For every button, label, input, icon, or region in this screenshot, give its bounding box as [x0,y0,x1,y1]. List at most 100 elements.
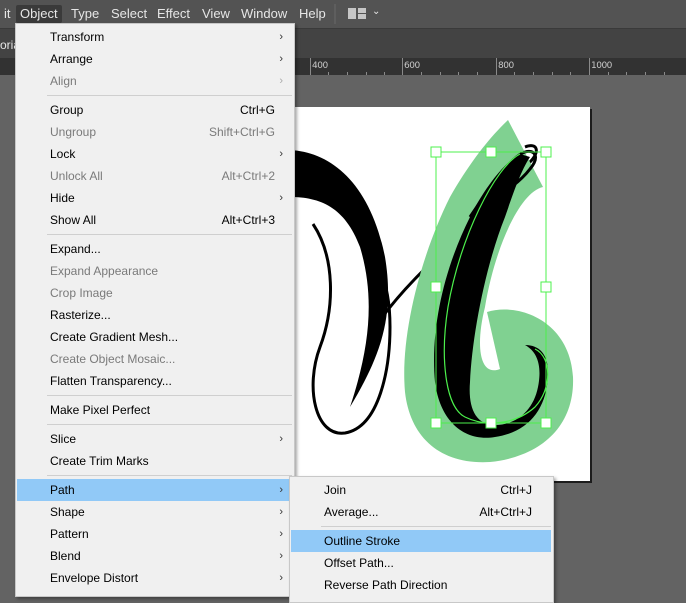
ruler-label: 400 [312,61,328,71]
handle-bottom-right [540,417,552,429]
menu-item-path[interactable]: Path › [17,479,293,501]
menu-help[interactable]: Help [295,5,330,23]
object-menu: Transform › Arrange › Align › Group Ctrl+G U… [15,23,295,597]
submenu-item-reverse-path-direction[interactable]: Reverse Path Direction [291,574,551,596]
menu-object[interactable]: Object [16,5,62,23]
submenu-item-offset-path[interactable]: Offset Path... [291,552,551,574]
menu-item-label: Flatten Transparency... [50,374,172,388]
menu-item-align: Align › [17,70,293,92]
menu-item-label: Make Pixel Perfect [50,403,151,417]
menu-item-group[interactable]: Group Ctrl+G [17,99,293,121]
handle-top-left [430,146,442,158]
shortcut-label: Ctrl+G [239,103,275,117]
menu-item-pattern[interactable]: Pattern › [17,523,293,545]
workspace-chevron-down-icon[interactable]: ⌄ [372,6,380,17]
ruler-tick-major [589,58,590,75]
submenu-arrow-icon: › [279,572,283,584]
menu-window[interactable]: Window [237,5,291,23]
menu-item-envelope-distort[interactable]: Envelope Distort › [17,567,293,589]
menu-item-label: Hide [50,191,75,205]
black-swash-shape [290,150,389,407]
menu-item-label: Rasterize... [50,308,111,322]
shortcut-label: Shift+Ctrl+G [208,125,275,139]
menu-divider [47,95,292,96]
menu-divider [321,526,551,527]
menu-divider [47,395,292,396]
menu-item-label: Unlock All [50,169,103,183]
menu-effect[interactable]: Effect [153,5,194,23]
submenu-arrow-icon: › [279,528,283,540]
menu-item-create-object-mosaic: Create Object Mosaic... [17,348,293,370]
menu-item-show-all[interactable]: Show All Alt+Ctrl+3 [17,209,293,231]
menu-item-flatten-transparency[interactable]: Flatten Transparency... [17,370,293,392]
menu-item-label: Pattern [50,527,89,541]
menu-item-label: Expand Appearance [50,264,159,278]
handle-middle-left [430,281,442,293]
handle-top-middle [485,146,497,158]
menu-item-label: Path [50,483,75,497]
menu-item-blend[interactable]: Blend › [17,545,293,567]
menu-item-label: Group [50,103,84,117]
menu-item-expand-appearance: Expand Appearance [17,260,293,282]
path-submenu: Join Ctrl+J Average... Alt+Ctrl+J Outline … [289,476,554,603]
menu-item-create-gradient-mesh[interactable]: Create Gradient Mesh... [17,326,293,348]
artboard[interactable] [290,107,590,481]
menu-item-label: Create Trim Marks [50,454,149,468]
submenu-arrow-icon: › [279,550,283,562]
submenu-arrow-icon: › [279,148,283,160]
menu-item-label: Align [50,74,77,88]
menu-item-label: Ungroup [50,125,97,139]
submenu-arrow-icon: › [279,484,283,496]
ruler-tick-major [402,58,403,75]
menu-item-make-pixel-perfect[interactable]: Make Pixel Perfect [17,399,293,421]
submenu-item-outline-stroke[interactable]: Outline Stroke [291,530,551,552]
handle-bottom-middle [485,417,497,429]
menu-item-label: Offset Path... [324,556,394,570]
menu-item-arrange[interactable]: Arrange › [17,48,293,70]
menu-item-lock[interactable]: Lock › [17,143,293,165]
menu-item-hide[interactable]: Hide › [17,187,293,209]
menu-item-label: Reverse Path Direction [324,578,448,592]
menu-item-label: Show All [50,213,97,227]
handle-bottom-left [430,417,442,429]
menu-item-unlock-all: Unlock All Alt+Ctrl+2 [17,165,293,187]
menu-divider [47,475,292,476]
menu-item-label: Arrange [50,52,93,66]
submenu-item-average[interactable]: Average... Alt+Ctrl+J [291,501,551,523]
menu-item-label: Transform [50,30,105,44]
menubar-divider [334,4,336,24]
ruler-tick-major [310,58,311,75]
menu-divider [47,424,292,425]
menu-item-expand[interactable]: Expand... [17,238,293,260]
menu-item-transform[interactable]: Transform › [17,26,293,48]
submenu-item-join[interactable]: Join Ctrl+J [291,479,551,501]
submenu-arrow-icon: › [279,53,283,65]
menu-divider [47,234,292,235]
menu-item-label: Average... [324,505,379,519]
workspace-layout-icon[interactable] [348,8,366,19]
handle-top-right [540,146,552,158]
menu-item-slice[interactable]: Slice › [17,428,293,450]
menu-item-label: Crop Image [50,286,113,300]
artwork-canvas[interactable] [290,107,590,481]
menu-select[interactable]: Select [107,5,151,23]
menu-item-label: Outline Stroke [324,534,401,548]
menu-item-label: Blend [50,549,81,563]
shortcut-label: Ctrl+J [500,483,532,497]
menu-item-label: Create Object Mosaic... [50,352,176,366]
menu-type[interactable]: Type [67,5,103,23]
menu-item-shape[interactable]: Shape › [17,501,293,523]
submenu-arrow-icon: › [279,433,283,445]
submenu-arrow-icon: › [279,31,283,43]
menu-item-label: Shape [50,505,85,519]
menu-edit[interactable]: it [0,5,15,23]
menu-item-create-trim-marks[interactable]: Create Trim Marks [17,450,293,472]
ruler-label: 600 [404,61,420,71]
menu-item-label: Join [324,483,347,497]
menu-item-label: Envelope Distort [50,571,139,585]
submenu-arrow-icon: › [279,75,283,87]
menu-view[interactable]: View [198,5,234,23]
menu-item-rasterize[interactable]: Rasterize... [17,304,293,326]
ruler-label: 800 [498,61,514,71]
submenu-arrow-icon: › [279,506,283,518]
